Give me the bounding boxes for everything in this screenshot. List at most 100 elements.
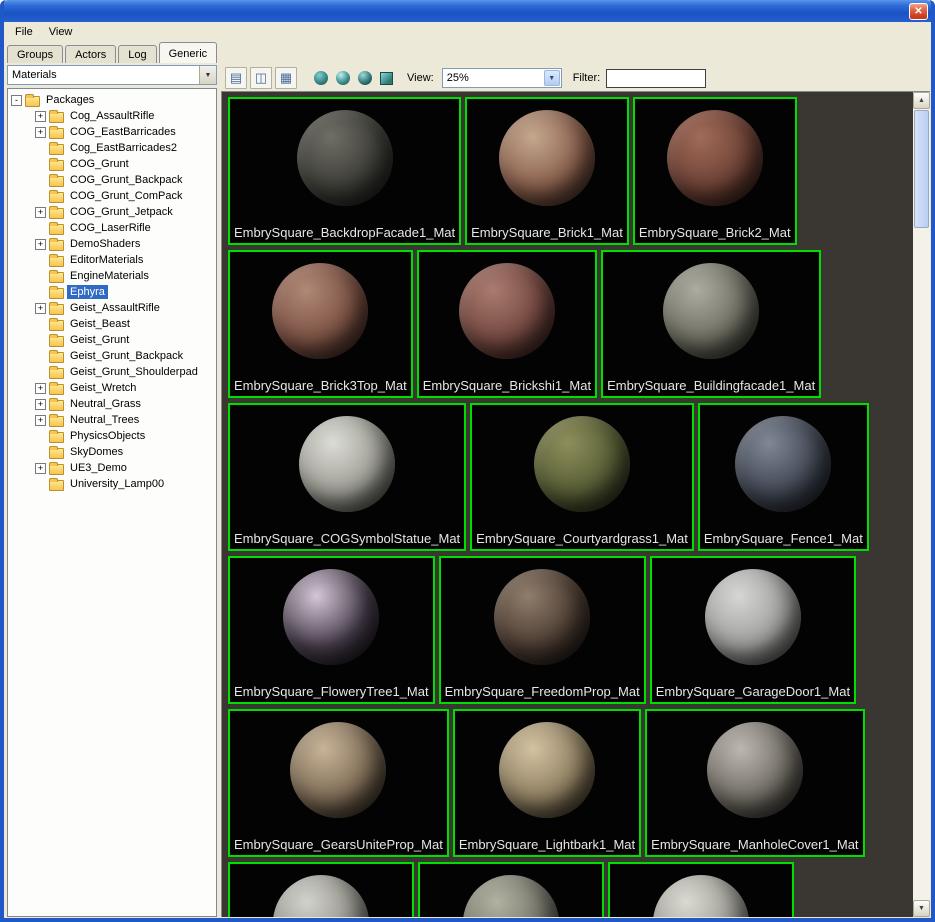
tree-item-label: SkyDomes [70,446,124,458]
list-view-button[interactable]: ▤ [225,67,247,89]
expand-icon[interactable]: + [35,206,46,218]
material-thumbnail[interactable]: EmbrySquare_BackdropFacade1_Mat [228,97,462,245]
material-thumbnail[interactable]: EmbrySquare_GearsUniteProp_Mat [228,709,449,857]
folder-icon [49,157,64,171]
tab-actors[interactable]: Actors [65,45,117,63]
browser-toolbar: ▤ ◫ ▦ View: 25% ▼ Filter: [221,65,930,91]
material-sphere-preview [273,875,369,917]
package-tree[interactable]: - Packages + Cog_AssaultRifle + COG_EastBa… [7,88,217,917]
close-button[interactable]: ✕ [909,2,928,20]
tree-item[interactable]: + COG_Grunt_Jetpack [11,204,216,220]
tree-item[interactable]: EngineMaterials [11,268,216,284]
folder-icon [49,141,64,155]
scroll-down-button[interactable]: ▼ [913,900,930,917]
scrollbar-thumb[interactable] [914,110,929,228]
tree-item-label: Ephyra [66,284,109,300]
tree-item[interactable]: SkyDomes [11,444,216,460]
title-bar[interactable]: ✕ [4,0,931,22]
tree-item[interactable]: + Geist_Wretch [11,380,216,396]
tab-generic[interactable]: Generic [158,42,218,63]
preview-sphere-alt-button[interactable] [355,69,374,88]
material-thumbnail[interactable]: EmbrySquare_Brick1_Mat [465,97,629,245]
material-thumbnail[interactable] [608,862,794,917]
expand-icon[interactable]: + [35,398,46,410]
zoom-level-dropdown[interactable]: 25% ▼ [441,68,562,88]
preview-cube-button[interactable] [377,69,396,88]
folder-icon [49,445,64,459]
thumbnail-row: EmbrySquare_BackdropFacade1_Mat EmbrySqu… [228,97,909,245]
expand-icon[interactable]: + [35,302,46,314]
material-name: EmbrySquare_Brick1_Mat [471,225,623,240]
tab-log[interactable]: Log [118,45,157,63]
folder-icon [49,301,64,315]
tree-item[interactable]: PhysicsObjects [11,428,216,444]
expand-icon[interactable]: + [35,414,46,426]
material-thumbnail[interactable]: EmbrySquare_FloweryTree1_Mat [228,556,435,704]
tree-item-label: Geist_Grunt_Shoulderpad [70,366,198,378]
chevron-down-icon[interactable]: ▼ [199,66,216,84]
tree-item[interactable]: Geist_Beast [11,316,216,332]
tree-item[interactable]: COG_Grunt [11,156,216,172]
collapse-icon[interactable]: - [11,94,22,106]
tree-item[interactable]: University_Lamp00 [11,476,216,492]
material-thumbnail[interactable]: EmbrySquare_Brickshi1_Mat [416,250,598,398]
thumbnail-browser: EmbrySquare_BackdropFacade1_Mat EmbrySqu… [221,91,930,917]
scrollbar-track[interactable] [913,109,930,900]
tree-item[interactable]: COG_Grunt_ComPack [11,188,216,204]
tree-item[interactable]: Geist_Grunt [11,332,216,348]
material-thumbnail[interactable]: EmbrySquare_Brick2_Mat [632,97,797,245]
tree-item[interactable]: Geist_Grunt_Shoulderpad [11,364,216,380]
thumbnail-view-icon: ▦ [279,70,293,85]
tab-groups[interactable]: Groups [7,45,64,63]
material-thumbnail[interactable]: EmbrySquare_Brick3Top_Mat [228,250,413,398]
tree-item-selected[interactable]: Ephyra [11,284,216,300]
tree-item[interactable]: + Cog_AssaultRifle [11,108,216,124]
menu-view[interactable]: View [41,24,81,40]
tree-item[interactable]: Geist_Grunt_Backpack [11,348,216,364]
tree-item[interactable]: + Geist_AssaultRifle [11,300,216,316]
tree-item[interactable]: + COG_EastBarricades [11,124,216,140]
folder-icon [49,221,64,235]
tree-item[interactable]: + UE3_Demo [11,460,216,476]
tree-item-label: Packages [46,94,95,106]
thumbnail-view-button[interactable]: ▦ [275,67,297,89]
tree-item-label: COG_Grunt [70,158,129,170]
material-thumbnail[interactable] [418,862,604,917]
thumbnail-row: EmbrySquare_FloweryTree1_Mat EmbrySquare… [228,556,909,704]
tree-item[interactable]: COG_LaserRifle [11,220,216,236]
material-thumbnail[interactable]: EmbrySquare_FreedomProp_Mat [438,556,646,704]
material-thumbnail[interactable]: EmbrySquare_Fence1_Mat [697,403,869,551]
material-thumbnail[interactable]: EmbrySquare_Lightbark1_Mat [452,709,642,857]
scroll-up-button[interactable]: ▲ [913,92,930,109]
expand-icon[interactable]: + [35,238,46,250]
folder-icon [25,93,40,107]
expand-icon[interactable]: + [35,110,46,122]
tree-item[interactable]: + DemoShaders [11,236,216,252]
vertical-scrollbar[interactable]: ▲ ▼ [913,92,930,917]
tree-item-label: COG_Grunt_ComPack [70,190,183,202]
expand-icon[interactable]: + [35,126,46,138]
material-thumbnail[interactable] [228,862,414,917]
material-name: EmbrySquare_Brick2_Mat [638,225,791,240]
resource-type-dropdown[interactable]: Materials ▼ [7,65,217,85]
split-view-button[interactable]: ◫ [250,67,272,89]
tree-item[interactable]: Cog_EastBarricades2 [11,140,216,156]
tree-item-packages-root[interactable]: - Packages [11,92,216,108]
material-thumbnail[interactable]: EmbrySquare_ManholeCover1_Mat [645,709,865,857]
material-thumbnail[interactable]: EmbrySquare_GarageDoor1_Mat [649,556,857,704]
thumbnail-grid[interactable]: EmbrySquare_BackdropFacade1_Mat EmbrySqu… [222,92,913,917]
expand-icon[interactable]: + [35,382,46,394]
material-thumbnail[interactable]: EmbrySquare_Courtyardgrass1_Mat [470,403,694,551]
chevron-down-icon[interactable]: ▼ [543,70,560,86]
tree-item[interactable]: + Neutral_Trees [11,412,216,428]
preview-sphere-button[interactable] [333,69,352,88]
tree-item[interactable]: EditorMaterials [11,252,216,268]
tree-item[interactable]: COG_Grunt_Backpack [11,172,216,188]
expand-icon[interactable]: + [35,462,46,474]
material-thumbnail[interactable]: EmbrySquare_COGSymbolStatue_Mat [228,403,467,551]
tree-item[interactable]: + Neutral_Grass [11,396,216,412]
menu-file[interactable]: File [7,24,41,40]
filter-input[interactable] [606,68,707,88]
material-thumbnail[interactable]: EmbrySquare_Buildingfacade1_Mat [601,250,822,398]
preview-circle-button[interactable] [311,69,330,88]
